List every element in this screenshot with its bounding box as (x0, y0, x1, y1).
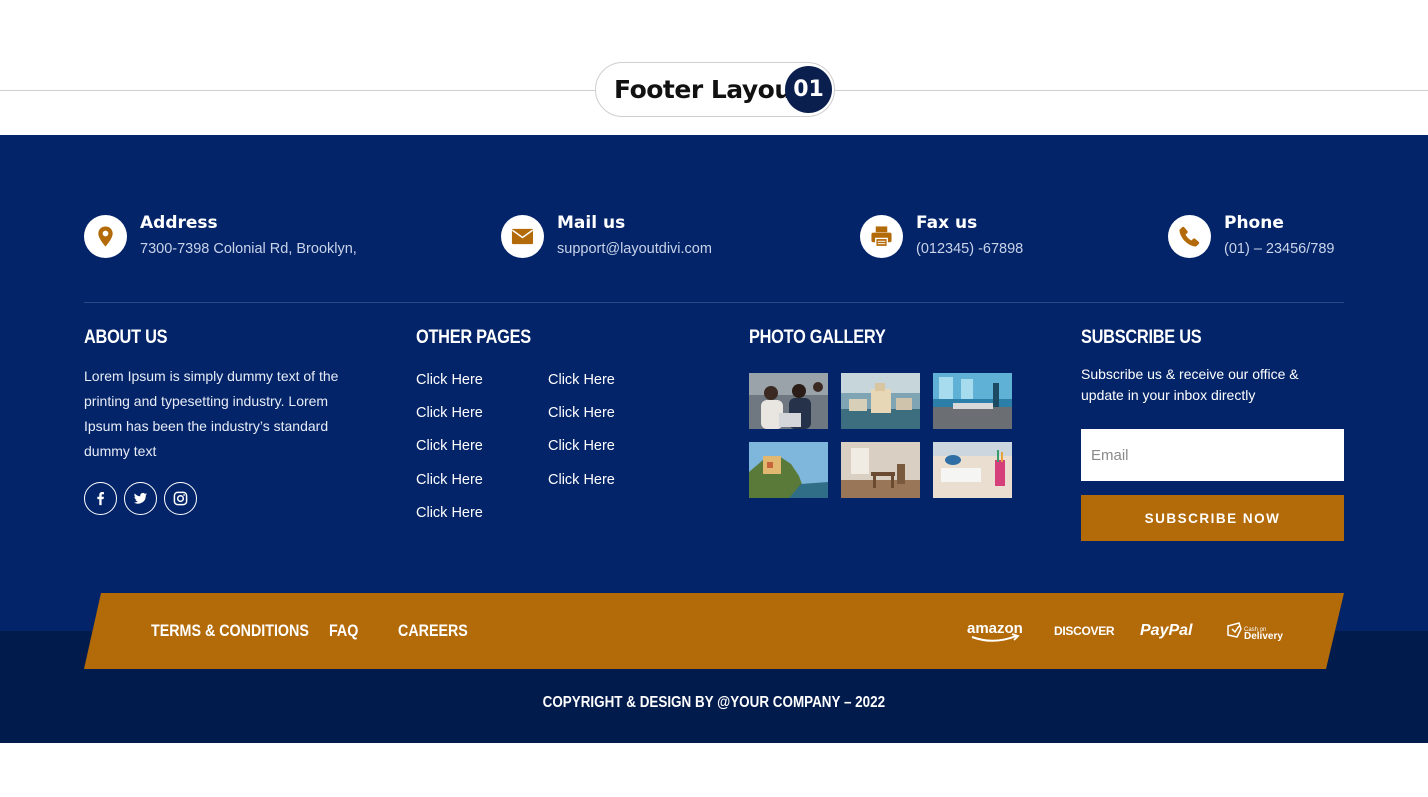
facebook-icon[interactable] (84, 482, 117, 515)
page-link[interactable]: Click Here (416, 372, 483, 388)
contact-label: Fax us (916, 213, 978, 233)
page-link[interactable]: Click Here (548, 405, 615, 421)
twitter-icon[interactable] (124, 482, 157, 515)
terms-link[interactable]: TERMS & CONDITIONS (151, 621, 309, 641)
contact-value[interactable]: support@layoutdivi.com (557, 241, 712, 257)
other-pages-title: OTHER PAGES (416, 327, 531, 348)
careers-link[interactable]: CAREERS (398, 621, 468, 641)
cash-on-delivery-logo: Cash on Delivery (1225, 617, 1285, 645)
photo-gallery-title: PHOTO GALLERY (749, 327, 886, 348)
envelope-icon (501, 215, 544, 258)
about-title: ABOUT US (84, 327, 168, 348)
amazon-logo: amazon (966, 617, 1026, 645)
gallery-photo-coast[interactable] (749, 442, 828, 498)
map-pin-icon (84, 215, 127, 258)
page-link[interactable]: Click Here (416, 505, 483, 521)
contact-value: 7300-7398 Colonial Rd, Brooklyn, (140, 241, 357, 257)
contact-value: (012345) -67898 (916, 241, 1024, 257)
page-link[interactable]: Click Here (416, 405, 483, 421)
contact-label: Address (140, 213, 218, 233)
subscribe-title: SUBSCRIBE US (1081, 327, 1202, 348)
page-link[interactable]: Click Here (416, 438, 483, 454)
contact-value[interactable]: (01) – 23456/789 (1224, 241, 1334, 257)
page-link[interactable]: Click Here (416, 472, 483, 488)
email-input[interactable] (1081, 429, 1344, 481)
layout-title: Footer Layout (614, 75, 804, 104)
contact-label: Phone (1224, 213, 1284, 233)
discover-logo: DISCOVER (1053, 617, 1115, 645)
fax-icon (860, 215, 903, 258)
faq-link[interactable]: FAQ (329, 621, 358, 641)
phone-icon (1168, 215, 1211, 258)
svg-text:DISCOVER: DISCOVER (1054, 624, 1115, 638)
subscribe-text: Subscribe us & receive our office & upda… (1081, 366, 1299, 403)
section-header: Footer Layout 01 (0, 0, 1428, 135)
footer-divider (84, 302, 1344, 303)
gallery-photo-desk[interactable] (933, 442, 1012, 498)
page-link[interactable]: Click Here (548, 372, 615, 388)
subscribe-button[interactable]: SUBSCRIBE NOW (1081, 495, 1344, 541)
about-text: Lorem Ipsum is simply dummy text of the … (84, 368, 339, 459)
page-link[interactable]: Click Here (548, 438, 615, 454)
svg-text:PayPal: PayPal (1140, 622, 1193, 639)
gallery-photo-meeting[interactable] (749, 373, 828, 429)
copyright-text: COPYRIGHT & DESIGN BY @YOUR COMPANY – 20… (542, 694, 886, 711)
gallery-photo-resort[interactable] (841, 373, 920, 429)
gallery-photo-dining[interactable] (841, 442, 920, 498)
instagram-icon[interactable] (164, 482, 197, 515)
gallery-photo-office-blue[interactable] (933, 373, 1012, 429)
layout-number-badge: 01 (785, 66, 832, 113)
layout-title-pill: Footer Layout 01 (595, 62, 835, 117)
paypal-logo: PayPal (1139, 617, 1201, 645)
svg-text:Delivery: Delivery (1244, 631, 1283, 642)
contact-label: Mail us (557, 213, 626, 233)
page-link[interactable]: Click Here (548, 472, 615, 488)
